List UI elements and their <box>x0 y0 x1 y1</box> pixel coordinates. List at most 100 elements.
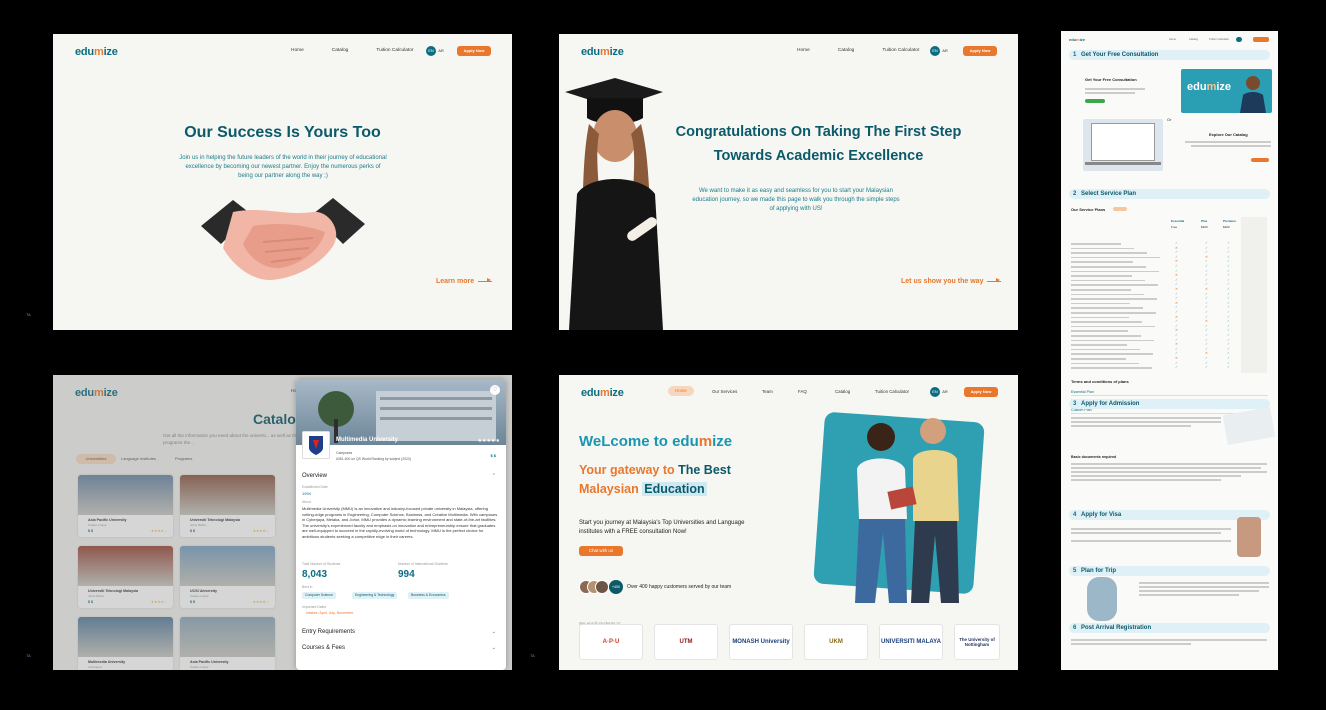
plan-feature-row <box>1071 247 1134 250</box>
language-toggle[interactable]: EN AR <box>930 46 950 56</box>
chevron-down-icon[interactable]: ⌄ <box>492 645 496 651</box>
show-way-link[interactable]: Let us show you the way <box>901 278 1002 285</box>
partner-university-logo[interactable]: UNIVERSITI MALAYA <box>879 624 943 660</box>
plan-feature-row <box>1071 353 1153 355</box>
nav-tuition[interactable]: Tuition Calculator <box>875 389 909 394</box>
text-placeholder <box>1071 425 1191 427</box>
entry-requirements-header[interactable]: Entry Requirements <box>302 629 355 635</box>
intakes-value: Intakes: April, July, November <box>306 611 354 615</box>
partner-university-logo[interactable]: UKM <box>804 624 868 660</box>
nav-home[interactable]: Home <box>797 48 810 53</box>
about-text: Multimedia University (MMU) is an innova… <box>302 506 498 539</box>
consultation-banner: edumize <box>1181 69 1272 113</box>
language-toggle[interactable] <box>1236 37 1242 42</box>
brand-logo[interactable]: edumize <box>581 46 624 58</box>
plan-feature-row <box>1071 302 1130 305</box>
apply-now-button[interactable]: Apply Now <box>964 387 998 397</box>
chevron-down-icon[interactable]: ⌄ <box>492 629 496 635</box>
congrats-screen: edumize Home Catalog Tuition Calculator … <box>559 34 1018 330</box>
check-icon: ✓ <box>1227 333 1230 337</box>
check-icon: ✓ <box>1227 356 1230 360</box>
language-toggle[interactable]: EN AR <box>426 46 446 56</box>
intl-students-label: Number of International Students <box>398 562 448 566</box>
overview-header[interactable]: Overview <box>302 473 327 479</box>
plan-feature-row <box>1071 321 1142 323</box>
plan-feature-row <box>1071 316 1129 319</box>
text-placeholder <box>1191 145 1271 147</box>
apply-now-button[interactable]: Apply Now <box>963 46 997 56</box>
campuses-label: Campuses <box>336 451 353 455</box>
terms-essential[interactable]: Essential Plan <box>1071 388 1268 396</box>
partner-university-logo[interactable]: The University of Nottingham <box>954 624 1000 660</box>
text-placeholder <box>1071 475 1241 477</box>
favorite-icon[interactable]: ♡ <box>490 385 500 395</box>
check-icon: ✓ <box>1227 264 1230 268</box>
nav-home[interactable]: Home <box>291 48 304 53</box>
gateway-heading: Your gateway to The Best Malaysian Educa… <box>579 463 731 496</box>
partner-university-logo[interactable]: UTM <box>654 624 718 660</box>
plan-feature-row <box>1071 261 1133 263</box>
chat-with-us-button[interactable]: Chat with us <box>579 546 623 556</box>
tag-engineering: Engineering & Technology <box>352 592 398 599</box>
plan-feature-row <box>1071 275 1132 277</box>
laptop-mockup <box>1083 119 1163 171</box>
nav-catalog[interactable]: Catalog <box>1189 38 1198 41</box>
title-line-2: Towards Academic Excellence <box>713 148 924 164</box>
text-placeholder <box>1071 421 1221 423</box>
nav-catalog[interactable]: Catalog <box>332 48 349 53</box>
cross-icon: ✕ <box>1205 287 1208 291</box>
apply-now-button[interactable] <box>1253 37 1269 42</box>
nav-home[interactable]: Home <box>668 386 694 396</box>
graduate-photo <box>565 78 663 330</box>
partner-university-logo[interactable]: MONASH University <box>729 624 793 660</box>
text-placeholder <box>1085 88 1145 90</box>
chevron-up-icon[interactable]: ⌃ <box>492 473 496 479</box>
partner-screen: edumize Home Catalog Tuition Calculator … <box>53 34 512 330</box>
explore-catalog-title: Explore Our Catalog <box>1209 132 1248 137</box>
nav-team[interactable]: Team <box>762 389 773 394</box>
courses-fees-header[interactable]: Courses & Fees <box>302 645 345 651</box>
brand-logo[interactable]: edumize <box>75 46 118 58</box>
total-students-value: 8,043 <box>302 569 328 580</box>
check-icon: ✓ <box>1227 365 1230 370</box>
page-title: Congratulations On Taking The First Step… <box>619 120 1018 168</box>
tag-business: Business & Economics <box>408 592 449 599</box>
catalog-screen: edumize Home Catalo Get all the informat… <box>53 375 512 670</box>
billing-toggle[interactable] <box>1113 207 1127 211</box>
nav-home[interactable]: Home <box>1169 38 1176 41</box>
hero-description: Start you journey at Malaysia's Top Univ… <box>579 520 745 535</box>
plan-feature-row <box>1071 339 1154 342</box>
language-toggle[interactable]: EN AR <box>930 387 950 397</box>
plan-feature-row <box>1071 348 1140 351</box>
brand-logo[interactable]: edumize <box>581 387 624 399</box>
step-6-header: 6 Post Arrival Registration <box>1069 623 1270 633</box>
nav-catalog[interactable]: Catalog <box>835 389 850 394</box>
whatsapp-button[interactable] <box>1085 99 1105 103</box>
terms-title: Terms and conditions of plans <box>1071 379 1129 384</box>
learn-more-link[interactable]: Learn more <box>436 278 493 285</box>
nav-tuition[interactable]: Tuition Calculator <box>1209 38 1229 41</box>
check-icon: ✓ <box>1205 365 1208 370</box>
brand-logo-small[interactable]: edumize <box>1069 37 1085 42</box>
check-icon: ✓ <box>1205 241 1208 245</box>
check-icon: ✓ <box>1205 264 1208 268</box>
plan-feature-row <box>1071 344 1127 346</box>
nav-tuition[interactable]: Tuition Calculator <box>882 48 919 53</box>
nav-catalog[interactable]: Catalog <box>838 48 855 53</box>
catalog-button[interactable] <box>1251 158 1269 162</box>
apply-now-button[interactable]: Apply Now <box>457 46 491 56</box>
nav-services[interactable]: Our Services <box>712 389 737 394</box>
university-logo <box>302 431 330 459</box>
established-value: 1994 <box>302 491 311 496</box>
step-3-header: 3 Apply for Admission <box>1069 399 1270 409</box>
partner-university-logo[interactable]: A·P·U <box>579 624 643 660</box>
check-icon: ✓ <box>1227 310 1230 314</box>
title-line-1: Congratulations On Taking The First Step <box>675 124 962 140</box>
nav-tuition[interactable]: Tuition Calculator <box>376 48 413 53</box>
nav-faq[interactable]: FAQ <box>798 389 807 394</box>
passport-hand-image <box>1237 517 1261 557</box>
total-students-label: Total Number of Students <box>302 562 341 566</box>
plan-essential: Essential <box>1171 219 1185 223</box>
text-placeholder <box>1071 471 1267 473</box>
text-placeholder <box>1071 463 1267 465</box>
